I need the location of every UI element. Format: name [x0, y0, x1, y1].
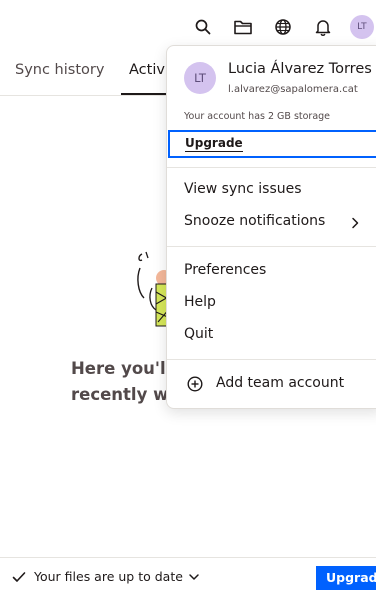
- footer-upgrade-button[interactable]: Upgrade: [316, 566, 376, 590]
- tab-sync-history[interactable]: Sync history: [15, 62, 104, 78]
- folder-icon[interactable]: [231, 15, 255, 39]
- chevron-right-icon: [352, 217, 359, 229]
- account-menu: LT Lucia Álvarez Torres l.alvarez@sapalo…: [166, 45, 376, 409]
- check-icon: [12, 571, 26, 582]
- chevron-down-icon: [189, 573, 199, 580]
- search-icon[interactable]: [191, 15, 215, 39]
- top-toolbar: LT: [0, 12, 376, 42]
- menu-item-quit[interactable]: Quit: [184, 326, 213, 342]
- menu-item-view-sync-issues[interactable]: View sync issues: [184, 181, 302, 197]
- account-avatar-button[interactable]: LT: [350, 15, 374, 39]
- plus-circle-icon: [187, 376, 203, 392]
- user-email: l.alvarez@sapalomera.cat: [228, 84, 358, 95]
- menu-item-preferences[interactable]: Preferences: [184, 262, 266, 278]
- menu-divider: [167, 359, 376, 360]
- user-name: Lucia Álvarez Torres: [228, 61, 372, 77]
- avatar: LT: [184, 62, 216, 94]
- status-footer: Your files are up to date Upgrade: [0, 557, 376, 593]
- bell-icon[interactable]: [311, 15, 335, 39]
- menu-item-help[interactable]: Help: [184, 294, 216, 310]
- globe-icon[interactable]: [271, 15, 295, 39]
- storage-note: Your account has 2 GB storage: [184, 111, 331, 122]
- sync-status-button[interactable]: Your files are up to date: [12, 569, 200, 584]
- menu-upgrade-label: Upgrade: [185, 136, 243, 152]
- dropbox-desktop-panel: LT Sync history Activity Here you'll fin…: [0, 0, 376, 593]
- menu-item-add-team-account[interactable]: Add team account: [216, 375, 344, 391]
- menu-divider: [167, 246, 376, 247]
- menu-upgrade-button[interactable]: Upgrade: [168, 130, 376, 158]
- menu-item-snooze-notifications[interactable]: Snooze notifications: [184, 213, 325, 229]
- menu-divider: [167, 167, 376, 168]
- sync-status-text: Your files are up to date: [34, 569, 183, 584]
